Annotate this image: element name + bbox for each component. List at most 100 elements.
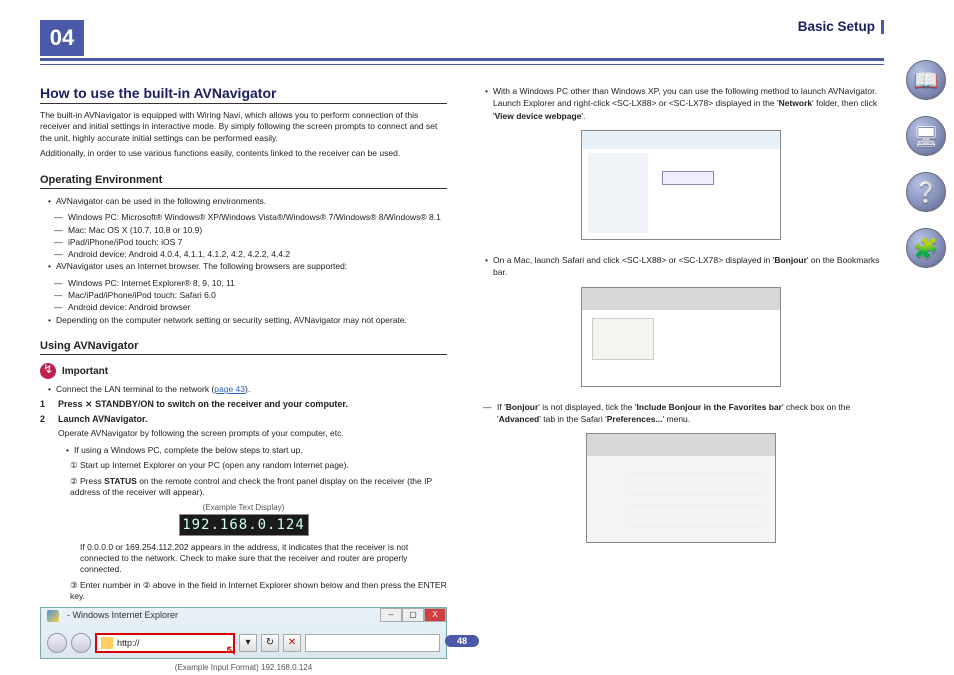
- connect-lan-list: Connect the LAN terminal to the network …: [40, 383, 447, 395]
- op-env-list-2: AVNavigator uses an Internet browser. Th…: [40, 260, 447, 272]
- op-env-list: AVNavigator can be used in the following…: [40, 195, 447, 207]
- safari-bonjour-item: [Model No.]: [598, 336, 637, 344]
- ie-window: - Windows Internet Explorer – ▢ X http:/…: [40, 607, 447, 659]
- hardware-icon[interactable]: 🖥: [906, 116, 946, 156]
- d7: Android device: Android browser: [54, 301, 447, 313]
- win-line: If using a Windows PC, complete the belo…: [66, 444, 447, 456]
- safari-bonjour-label: Bonjour: [598, 324, 619, 330]
- bn-b2: Include Bonjour in the Favorites bar: [637, 402, 782, 412]
- left-column: How to use the built-in AVNavigator The …: [40, 85, 447, 674]
- columns: How to use the built-in AVNavigator The …: [40, 85, 884, 674]
- ie-window-controls: – ▢ X: [380, 608, 446, 622]
- op-env-b3: Depending on the computer network settin…: [48, 314, 447, 326]
- step-1-text: Press ⨯ STANDBY/ON to switch on the rece…: [58, 399, 447, 410]
- winpc-c: '.: [581, 111, 585, 121]
- ip-display: 192.168.0.124: [179, 514, 309, 536]
- bn-b3: Advanced: [499, 414, 540, 424]
- sub-1: ① Start up Internet Explorer on your PC …: [70, 460, 447, 471]
- chapter-badge: 04: [40, 20, 84, 56]
- back-icon[interactable]: [47, 633, 67, 653]
- important-row: Important: [40, 363, 447, 379]
- stop-icon[interactable]: ✕: [283, 634, 301, 652]
- book-icon[interactable]: 📖: [906, 60, 946, 100]
- faq-icon[interactable]: 🧩: [906, 228, 946, 268]
- bn-b1: Bonjour: [506, 402, 539, 412]
- header-rule-thick: [40, 58, 884, 61]
- help-icon[interactable]: ❔: [906, 172, 946, 212]
- important-icon: [40, 363, 56, 379]
- minimize-icon[interactable]: –: [380, 608, 402, 622]
- page-number: 48: [445, 635, 479, 647]
- section-title: Basic Setup: [798, 20, 884, 34]
- header-row: 04 Basic Setup: [40, 20, 884, 56]
- header-rule-thin: [40, 64, 884, 65]
- op-env-list-3: Depending on the computer network settin…: [40, 314, 447, 326]
- op-env-dash-1: Windows PC: Microsoft® Windows® XP/Windo…: [40, 211, 447, 260]
- mac-line: On a Mac, launch Safari and click <SC-LX…: [485, 254, 884, 279]
- operate-line: Operate AVNavigator by following the scr…: [40, 428, 447, 439]
- connect-lan: Connect the LAN terminal to the network …: [48, 383, 447, 395]
- bn-f: ' menu.: [663, 414, 691, 424]
- d6: Mac/iPad/iPhone/iPod touch: Safari 6.0: [54, 289, 447, 301]
- sub-2: ② Press STATUS on the remote control and…: [70, 476, 447, 499]
- intro-2: Additionally, in order to use various fu…: [40, 148, 447, 159]
- step-1: 1 Press ⨯ STANDBY/ON to switch on the re…: [40, 399, 447, 410]
- d3: iPad/iPhone/iPod touch: iOS 7: [54, 236, 447, 248]
- d1: Windows PC: Microsoft® Windows® XP/Windo…: [54, 211, 447, 223]
- s2a: Press: [80, 476, 104, 486]
- example-display-caption: (Example Text Display): [40, 503, 447, 512]
- d4: Android device: Android 4.0.4, 4.1.1, 4.…: [54, 248, 447, 260]
- safari-prefs-screenshot: [586, 433, 776, 543]
- sub-steps-2: ③ Enter number in ② above in the field i…: [40, 580, 447, 603]
- connect-lan-text: Connect the LAN terminal to the network …: [56, 384, 214, 394]
- mac-list: On a Mac, launch Safari and click <SC-LX…: [477, 254, 884, 279]
- ie-title: - Windows Internet Explorer: [67, 610, 178, 620]
- bonjour-note-list: If 'Bonjour' is not displayed, tick the …: [477, 401, 884, 426]
- forward-icon[interactable]: [71, 633, 91, 653]
- important-label: Important: [62, 366, 108, 377]
- connect-lan-after: ).: [245, 384, 250, 394]
- safari-bonjour-screenshot: Bonjour [Model No.]: [581, 287, 781, 387]
- bn-b4: Preferences...: [607, 414, 663, 424]
- close-icon[interactable]: X: [424, 608, 446, 622]
- s2b: STATUS: [104, 476, 137, 486]
- bonjour-note: If 'Bonjour' is not displayed, tick the …: [483, 401, 884, 426]
- intro-1: The built-in AVNavigator is equipped wit…: [40, 110, 447, 144]
- example-input-caption: (Example Input Format) 192.168.0.124: [40, 663, 447, 672]
- search-box[interactable]: [305, 634, 440, 652]
- page-link[interactable]: page 43: [214, 384, 245, 394]
- address-value: http://: [117, 638, 140, 648]
- page-icon: [101, 637, 113, 649]
- ip-note: If 0.0.0.0 or 169.254.112.202 appears in…: [40, 542, 447, 576]
- address-bar[interactable]: http:// ↖: [95, 633, 235, 653]
- op-env-b1: AVNavigator can be used in the following…: [48, 195, 447, 207]
- bn-a: If ': [497, 402, 506, 412]
- step-2: 2 Launch AVNavigator.: [40, 414, 447, 424]
- sub-steps: ① Start up Internet Explorer on your PC …: [40, 460, 447, 498]
- mac-a: On a Mac, launch Safari and click <SC-LX…: [493, 255, 774, 265]
- winpc-list: With a Windows PC other than Windows XP,…: [477, 85, 884, 122]
- cursor-arrow-icon: ↖: [225, 642, 237, 659]
- op-env-b2: AVNavigator uses an Internet browser. Th…: [48, 260, 447, 272]
- step-1-num: 1: [40, 399, 50, 410]
- side-icons: 📖 🖥 ❔ 🧩: [906, 60, 946, 268]
- winpc-b2: View device webpage: [495, 111, 582, 121]
- ie-toolbar: http:// ↖ ▾ ↻ ✕: [47, 633, 440, 653]
- using-heading: Using AVNavigator: [40, 340, 447, 355]
- winpc-line: With a Windows PC other than Windows XP,…: [485, 85, 884, 122]
- network-folder-screenshot: [581, 130, 781, 240]
- dropdown-icon[interactable]: ▾: [239, 634, 257, 652]
- right-column: With a Windows PC other than Windows XP,…: [477, 85, 884, 674]
- ie-favicon-icon: [47, 610, 59, 622]
- maximize-icon[interactable]: ▢: [402, 608, 424, 622]
- page-container: 04 Basic Setup How to use the built-in A…: [40, 20, 884, 655]
- sub-3-text: Enter number in ② above in the field in …: [70, 580, 447, 601]
- mac-b: Bonjour: [774, 255, 807, 265]
- sub-3: ③ Enter number in ② above in the field i…: [70, 580, 447, 603]
- bn-c: ' is not displayed, tick the ': [538, 402, 636, 412]
- winpc-b1: Network: [779, 98, 813, 108]
- op-env-dash-2: Windows PC: Internet Explorer® 8, 9, 10,…: [40, 277, 447, 314]
- step-2-text: Launch AVNavigator.: [58, 414, 447, 424]
- bn-e: ' tab in the Safari ': [539, 414, 607, 424]
- refresh-icon[interactable]: ↻: [261, 634, 279, 652]
